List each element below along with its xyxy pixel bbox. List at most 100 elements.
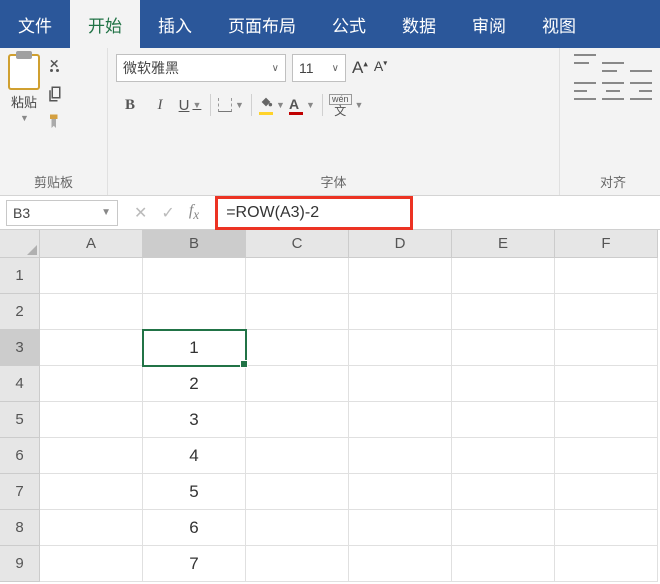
align-top-button[interactable]	[574, 54, 596, 72]
column-header[interactable]: C	[246, 230, 349, 258]
cancel-formula-button[interactable]: ✕	[134, 203, 147, 223]
tab-insert[interactable]: 插入	[140, 0, 210, 48]
cell[interactable]	[555, 546, 658, 582]
cell[interactable]: 3	[143, 402, 246, 438]
cell[interactable]	[452, 330, 555, 366]
cell[interactable]	[349, 330, 452, 366]
cell[interactable]	[452, 438, 555, 474]
cell[interactable]	[349, 366, 452, 402]
format-painter-button[interactable]	[46, 112, 66, 132]
cell[interactable]	[555, 510, 658, 546]
cell[interactable]	[349, 510, 452, 546]
cell[interactable]	[555, 402, 658, 438]
cell[interactable]	[40, 510, 143, 546]
cell[interactable]: 7	[143, 546, 246, 582]
accept-formula-button[interactable]: ✓	[161, 203, 174, 223]
row-header[interactable]: 2	[0, 294, 40, 330]
row-header[interactable]: 1	[0, 258, 40, 294]
underline-button[interactable]: U▼	[176, 92, 204, 118]
cell[interactable]	[349, 438, 452, 474]
cell[interactable]	[349, 294, 452, 330]
align-bottom-button[interactable]	[630, 54, 652, 72]
cell[interactable]	[555, 294, 658, 330]
cell[interactable]	[452, 510, 555, 546]
row-header[interactable]: 9	[0, 546, 40, 582]
border-button[interactable]: ▼	[217, 92, 245, 118]
decrease-font-button[interactable]: A▾	[374, 58, 387, 78]
cell[interactable]: 2	[143, 366, 246, 402]
column-header[interactable]: F	[555, 230, 658, 258]
fill-color-button[interactable]: ▼	[258, 92, 286, 118]
italic-button[interactable]: I	[146, 92, 174, 118]
formula-input[interactable]: =ROW(A3)-2	[215, 196, 413, 230]
tab-home[interactable]: 开始	[70, 0, 140, 48]
font-size-combo[interactable]: 11 ∨	[292, 54, 346, 82]
font-color-button[interactable]: A ▼	[288, 92, 316, 118]
cell[interactable]	[246, 546, 349, 582]
cell[interactable]	[246, 438, 349, 474]
row-header[interactable]: 6	[0, 438, 40, 474]
cell[interactable]	[452, 366, 555, 402]
tab-file[interactable]: 文件	[0, 0, 70, 48]
cell[interactable]	[143, 294, 246, 330]
tab-layout[interactable]: 页面布局	[210, 0, 314, 48]
cell[interactable]	[40, 258, 143, 294]
row-header[interactable]: 5	[0, 402, 40, 438]
row-header[interactable]: 4	[0, 366, 40, 402]
cell[interactable]	[349, 402, 452, 438]
tab-view[interactable]: 视图	[524, 0, 594, 48]
cell[interactable]: 1	[143, 330, 246, 366]
cell[interactable]: 5	[143, 474, 246, 510]
cell[interactable]	[452, 402, 555, 438]
copy-button[interactable]	[46, 84, 66, 104]
column-header[interactable]: B	[143, 230, 246, 258]
tab-formulas[interactable]: 公式	[314, 0, 384, 48]
increase-font-button[interactable]: A▴	[352, 58, 368, 78]
column-header[interactable]: E	[452, 230, 555, 258]
align-center-button[interactable]	[602, 82, 624, 100]
align-left-button[interactable]	[574, 82, 596, 100]
cell[interactable]	[555, 330, 658, 366]
cell[interactable]	[40, 402, 143, 438]
font-name-combo[interactable]: 微软雅黑 ∨	[116, 54, 286, 82]
row-header[interactable]: 7	[0, 474, 40, 510]
cell[interactable]	[143, 258, 246, 294]
insert-function-button[interactable]: fx	[189, 202, 199, 223]
cell[interactable]	[555, 474, 658, 510]
select-all-corner[interactable]	[0, 230, 40, 258]
name-box[interactable]: B3 ▼	[6, 200, 118, 226]
cell[interactable]	[555, 258, 658, 294]
cell[interactable]	[246, 510, 349, 546]
row-header[interactable]: 8	[0, 510, 40, 546]
paste-button[interactable]: 粘贴 ▼	[8, 54, 40, 123]
cell[interactable]	[349, 258, 452, 294]
cell[interactable]: 6	[143, 510, 246, 546]
cell[interactable]	[452, 474, 555, 510]
cell[interactable]	[40, 294, 143, 330]
cell[interactable]	[246, 258, 349, 294]
cell[interactable]	[555, 366, 658, 402]
cut-button[interactable]	[46, 56, 66, 76]
cell[interactable]	[40, 546, 143, 582]
phonetic-button[interactable]: wén 文 ▼	[329, 92, 363, 118]
cell[interactable]	[40, 474, 143, 510]
cell[interactable]	[40, 330, 143, 366]
cell[interactable]	[452, 258, 555, 294]
column-header[interactable]: A	[40, 230, 143, 258]
spreadsheet-grid[interactable]: ABCDEF 1231425364758697	[0, 230, 660, 582]
tab-review[interactable]: 审阅	[454, 0, 524, 48]
cell[interactable]	[349, 546, 452, 582]
cell[interactable]	[246, 366, 349, 402]
cell[interactable]	[246, 474, 349, 510]
cell[interactable]	[452, 546, 555, 582]
cell[interactable]	[246, 330, 349, 366]
cell[interactable]	[555, 438, 658, 474]
cell[interactable]	[452, 294, 555, 330]
cell[interactable]	[246, 294, 349, 330]
bold-button[interactable]: B	[116, 92, 144, 118]
tab-data[interactable]: 数据	[384, 0, 454, 48]
cell[interactable]: 4	[143, 438, 246, 474]
cell[interactable]	[40, 366, 143, 402]
column-header[interactable]: D	[349, 230, 452, 258]
align-middle-button[interactable]	[602, 54, 624, 72]
